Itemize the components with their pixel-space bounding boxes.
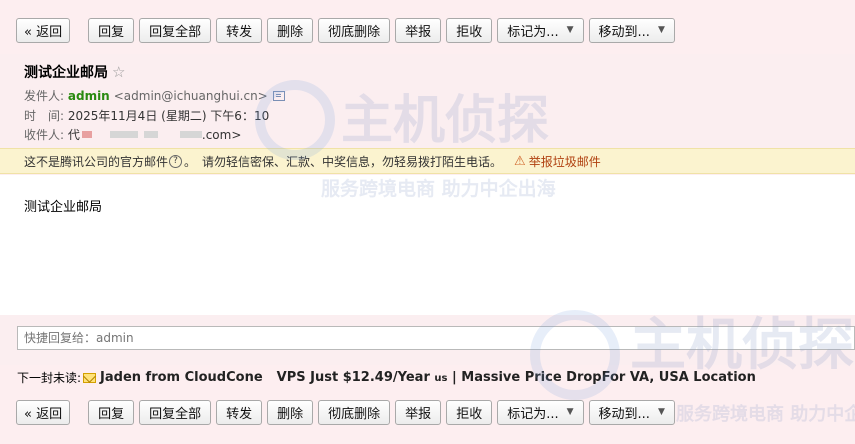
mark-as-dropdown[interactable]: 标记为... ▼ [497, 17, 584, 43]
forward-button[interactable]: 转发 [216, 399, 263, 425]
redacted-block [109, 131, 138, 138]
redacted-block [179, 131, 202, 138]
sender-label: 发件人: [24, 89, 65, 103]
redacted-block [81, 131, 92, 138]
quick-reply-input[interactable] [17, 326, 855, 350]
security-notice: 这不是腾讯公司的官方邮件 ? 。 请勿轻信密保、汇款、中奖信息，勿轻易拨打陌生电… [0, 148, 855, 174]
reply-all-button[interactable]: 回复全部 [139, 17, 212, 43]
mail-header: 测试企业邮局 ☆ 发件人: admin <admin@ichuanghui.cn… [0, 54, 855, 150]
recipient-prefix: 代 [67, 128, 80, 142]
subject-text: 测试企业邮局 [24, 65, 108, 81]
quick-reply-area [0, 315, 855, 365]
chevron-down-icon: ▼ [657, 25, 665, 35]
report-icon: ⚠ [514, 153, 526, 169]
notice-text-2: 。 请勿轻信密保、汇款、中奖信息，勿轻易拨打陌生电话。 [184, 154, 503, 169]
chevron-down-icon: ▼ [566, 407, 574, 417]
report-button[interactable]: 举报 [395, 17, 442, 43]
mail-body-text: 测试企业邮局 [24, 200, 103, 215]
redacted-block [143, 131, 158, 138]
mark-as-label: 标记为... [507, 406, 559, 422]
time-label: 时 间: [24, 109, 65, 123]
next-subject-small: us [434, 373, 448, 384]
next-mail-sender[interactable]: Jaden from CloudCone [100, 370, 263, 385]
recipient-suffix: .com> [201, 127, 242, 142]
reject-button[interactable]: 拒收 [446, 399, 493, 425]
next-unread-mail: 下一封未读: Jaden from CloudCone VPS Just $12… [17, 369, 756, 386]
delete-permanently-button[interactable]: 彻底删除 [318, 17, 391, 43]
move-to-label: 移动到... [598, 24, 650, 40]
move-to-dropdown[interactable]: 移动到... ▼ [588, 17, 675, 43]
chevron-down-icon: ▼ [566, 25, 574, 35]
move-to-label: 移动到... [598, 406, 650, 422]
report-button[interactable]: 举报 [395, 399, 442, 425]
mark-as-label: 标记为... [507, 24, 559, 40]
reply-button[interactable]: 回复 [88, 17, 135, 43]
next-mail-subject[interactable]: VPS Just $12.49/Year us | Massive Price … [277, 370, 756, 385]
bottom-toolbar: « 返回 回复 回复全部 转发 删除 彻底删除 举报 拒收 标记为... ▼ 移… [0, 398, 855, 426]
delete-button[interactable]: 删除 [267, 399, 314, 425]
notice-text-1: 这不是腾讯公司的官方邮件 [24, 154, 169, 169]
contact-card-icon[interactable] [272, 90, 285, 101]
sender-row: 发件人: admin <admin@ichuanghui.cn> [24, 87, 285, 104]
time-row: 时 间: 2025年11月4日 (星期二) 下午6：10 [24, 107, 269, 124]
reply-all-button[interactable]: 回复全部 [139, 399, 212, 425]
next-unread-label: 下一封未读: [17, 371, 82, 385]
move-to-dropdown[interactable]: 移动到... ▼ [588, 399, 675, 425]
delete-permanently-button[interactable]: 彻底删除 [318, 399, 391, 425]
time-value: 2025年11月4日 (星期二) 下午6：10 [67, 109, 270, 123]
delete-button[interactable]: 删除 [267, 17, 314, 43]
report-spam-link[interactable]: 举报垃圾邮件 [529, 153, 601, 170]
back-button[interactable]: « 返回 [16, 399, 71, 425]
sender-address: <admin@ichuanghui.cn> [113, 88, 268, 103]
mark-as-dropdown[interactable]: 标记为... ▼ [497, 399, 584, 425]
top-toolbar: « 返回 回复 回复全部 转发 删除 彻底删除 举报 拒收 标记为... ▼ 移… [0, 16, 855, 44]
next-subject-part2: | Massive Price DropFor VA, USA Location [452, 370, 756, 385]
recipient-row: 收件人: 代 .com> [24, 126, 241, 143]
sender-name[interactable]: admin [68, 89, 110, 103]
chevron-down-icon: ▼ [657, 407, 665, 417]
envelope-icon [83, 372, 97, 383]
next-subject-part1: VPS Just $12.49/Year [276, 370, 430, 385]
back-button[interactable]: « 返回 [16, 17, 71, 43]
recipient-label: 收件人: [24, 128, 65, 142]
mail-subject: 测试企业邮局 ☆ [24, 62, 125, 82]
star-icon[interactable]: ☆ [112, 63, 125, 81]
mail-body: 测试企业邮局 [0, 175, 855, 315]
reply-button[interactable]: 回复 [88, 399, 135, 425]
reject-button[interactable]: 拒收 [446, 17, 493, 43]
question-icon[interactable]: ? [169, 154, 183, 168]
forward-button[interactable]: 转发 [216, 17, 263, 43]
